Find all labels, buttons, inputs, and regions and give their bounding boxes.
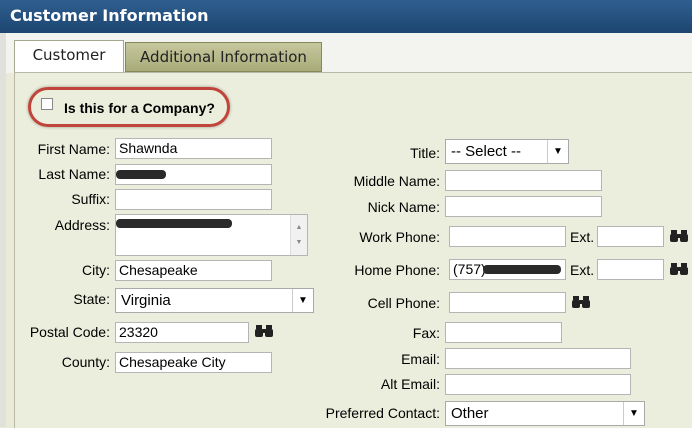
email-input[interactable] — [445, 348, 631, 369]
middle-name-label: Middle Name: — [353, 173, 440, 189]
tab-customer[interactable]: Customer — [14, 40, 124, 73]
tab-additional-information[interactable]: Additional Information — [125, 42, 322, 72]
nick-name-input[interactable] — [445, 196, 602, 217]
redaction-mark — [483, 265, 561, 274]
work-phone-label: Work Phone: — [359, 229, 440, 245]
work-phone-input[interactable] — [449, 226, 566, 247]
fax-input[interactable] — [445, 322, 562, 343]
county-input[interactable]: Chesapeake City — [115, 352, 272, 373]
title-label: Title: — [410, 145, 440, 161]
binoculars-lookup-icon[interactable] — [572, 295, 590, 309]
preferred-contact-select[interactable]: Other ▼ — [445, 401, 645, 426]
middle-name-input[interactable] — [445, 170, 602, 191]
chevron-down-icon[interactable]: ▼ — [623, 402, 644, 425]
suffix-input[interactable] — [115, 189, 272, 210]
first-name-input[interactable]: Shawnda — [115, 138, 272, 159]
alt-email-label: Alt Email: — [380, 376, 440, 392]
cell-phone-input[interactable] — [449, 292, 566, 313]
fax-label: Fax: — [412, 325, 440, 341]
preferred-contact-label: Preferred Contact: — [325, 405, 440, 421]
state-select[interactable]: Virginia ▼ — [115, 288, 314, 313]
home-phone-label: Home Phone: — [354, 262, 440, 278]
company-checkbox-label: Is this for a Company? — [64, 100, 215, 116]
company-checkbox[interactable] — [41, 98, 53, 110]
work-phone-ext-input[interactable] — [597, 226, 664, 247]
home-phone-ext-input[interactable] — [597, 259, 664, 280]
last-name-label: Last Name: — [38, 166, 110, 182]
postal-code-input[interactable]: 23320 — [115, 322, 249, 343]
work-phone-ext-label: Ext. — [570, 229, 595, 245]
nick-name-label: Nick Name: — [367, 199, 440, 215]
city-label: City: — [82, 262, 110, 278]
first-name-label: First Name: — [37, 141, 110, 157]
address-label: Address: — [54, 217, 110, 233]
alt-email-input[interactable] — [445, 374, 631, 395]
redaction-mark — [116, 170, 166, 179]
title-select[interactable]: -- Select -- ▼ — [445, 139, 569, 164]
email-label: Email: — [401, 351, 440, 367]
cell-phone-label: Cell Phone: — [367, 295, 440, 311]
home-phone-ext-label: Ext. — [570, 262, 595, 278]
binoculars-lookup-icon[interactable] — [670, 229, 688, 243]
chevron-down-icon[interactable]: ▼ — [547, 140, 568, 163]
panel-left-edge — [0, 33, 6, 427]
city-input[interactable]: Chesapeake — [115, 260, 272, 281]
binoculars-lookup-icon[interactable] — [670, 262, 688, 276]
postal-code-label: Postal Code: — [29, 324, 110, 340]
state-label: State: — [73, 291, 110, 307]
redaction-mark — [116, 219, 232, 228]
window-title: Customer Information — [10, 6, 209, 25]
binoculars-lookup-icon[interactable] — [255, 324, 273, 338]
county-label: County: — [61, 354, 110, 370]
suffix-label: Suffix: — [71, 191, 110, 207]
window-title-bar: Customer Information — [0, 0, 692, 34]
